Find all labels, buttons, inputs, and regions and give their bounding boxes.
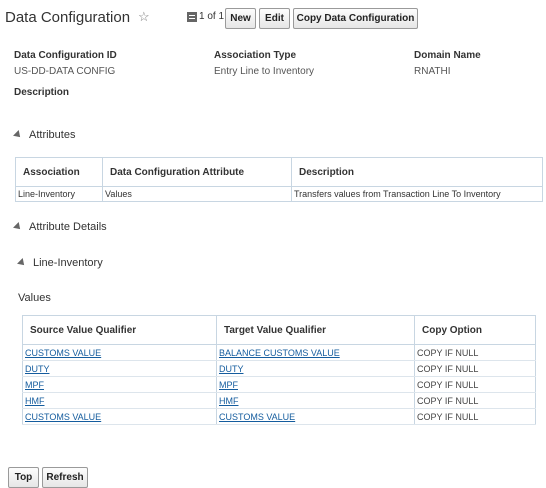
source-value-link[interactable]: CUSTOMS VALUE	[25, 348, 101, 358]
source-value-link[interactable]: CUSTOMS VALUE	[25, 412, 101, 422]
target-value-link[interactable]: BALANCE CUSTOMS VALUE	[219, 348, 340, 358]
line-inventory-section-title: Line-Inventory	[33, 257, 103, 269]
column-header-description[interactable]: Description	[291, 157, 543, 187]
edit-button[interactable]: Edit	[259, 8, 290, 29]
table-row[interactable]: DUTY DUTY COPY IF NULL	[22, 360, 536, 377]
table-row[interactable]: HMF HMF COPY IF NULL	[22, 392, 536, 409]
copy-option-cell: COPY IF NULL	[414, 376, 536, 393]
table-cell: Line-Inventory	[15, 186, 103, 202]
record-counter: 1 of 1	[199, 11, 225, 22]
association-type-label: Association Type	[214, 50, 297, 61]
attributes-section-title: Attributes	[29, 129, 76, 141]
values-heading: Values	[18, 292, 51, 304]
attributes-table: Association Data Configuration Attribute…	[15, 157, 543, 202]
collapse-triangle-icon[interactable]	[13, 130, 23, 140]
association-type-value: Entry Line to Inventory	[214, 66, 315, 77]
target-value-link[interactable]: DUTY	[219, 364, 244, 374]
data-configuration-id-label: Data Configuration ID	[14, 50, 117, 61]
source-value-link[interactable]: HMF	[25, 396, 45, 406]
data-configuration-id-value: US-DD-DATA CONFIG	[14, 66, 116, 77]
table-cell: Values	[102, 186, 292, 202]
domain-name-value: RNATHI	[414, 66, 451, 77]
attributes-table-header-row: Association Data Configuration Attribute…	[15, 157, 543, 187]
record-navigator: 1 of 1	[187, 11, 224, 22]
collapse-triangle-icon[interactable]	[13, 222, 23, 232]
attribute-details-section-title: Attribute Details	[29, 221, 107, 233]
values-table: Source Value Qualifier Target Value Qual…	[22, 315, 536, 425]
target-value-link[interactable]: MPF	[219, 380, 238, 390]
copy-option-cell: COPY IF NULL	[414, 360, 536, 377]
table-row[interactable]: MPF MPF COPY IF NULL	[22, 376, 536, 393]
source-value-link[interactable]: MPF	[25, 380, 44, 390]
copy-option-cell: COPY IF NULL	[414, 408, 536, 425]
top-button[interactable]: Top	[8, 467, 39, 488]
refresh-button[interactable]: Refresh	[42, 467, 88, 488]
target-value-link[interactable]: HMF	[219, 396, 239, 406]
new-button[interactable]: New	[225, 8, 256, 29]
table-row[interactable]: CUSTOMS VALUE CUSTOMS VALUE COPY IF NULL	[22, 408, 536, 425]
target-value-link[interactable]: CUSTOMS VALUE	[219, 412, 295, 422]
column-header-data-configuration-attribute[interactable]: Data Configuration Attribute	[102, 157, 292, 187]
attributes-section-header[interactable]: Attributes	[13, 129, 76, 141]
column-header-association[interactable]: Association	[15, 157, 103, 187]
table-row[interactable]: CUSTOMS VALUE BALANCE CUSTOMS VALUE COPY…	[22, 344, 536, 361]
attribute-details-section-header[interactable]: Attribute Details	[13, 221, 107, 233]
line-inventory-section-header[interactable]: Line-Inventory	[17, 257, 103, 269]
copy-data-configuration-button[interactable]: Copy Data Configuration	[293, 8, 418, 29]
values-table-header-row: Source Value Qualifier Target Value Qual…	[22, 315, 536, 345]
column-header-source-value-qualifier[interactable]: Source Value Qualifier	[22, 315, 217, 345]
description-label: Description	[14, 87, 70, 98]
copy-option-cell: COPY IF NULL	[414, 392, 536, 409]
copy-option-cell: COPY IF NULL	[414, 344, 536, 361]
table-row[interactable]: Line-Inventory Values Transfers values f…	[15, 186, 543, 202]
source-value-link[interactable]: DUTY	[25, 364, 50, 374]
collapse-triangle-icon[interactable]	[17, 258, 27, 268]
domain-name-label: Domain Name	[414, 50, 481, 61]
list-icon[interactable]	[187, 11, 197, 22]
table-cell: Transfers values from Transaction Line T…	[291, 186, 543, 202]
favorite-star-icon[interactable]: ☆	[138, 9, 150, 25]
page-title: Data Configuration	[5, 9, 131, 26]
column-header-copy-option[interactable]: Copy Option	[414, 315, 536, 345]
column-header-target-value-qualifier[interactable]: Target Value Qualifier	[216, 315, 415, 345]
